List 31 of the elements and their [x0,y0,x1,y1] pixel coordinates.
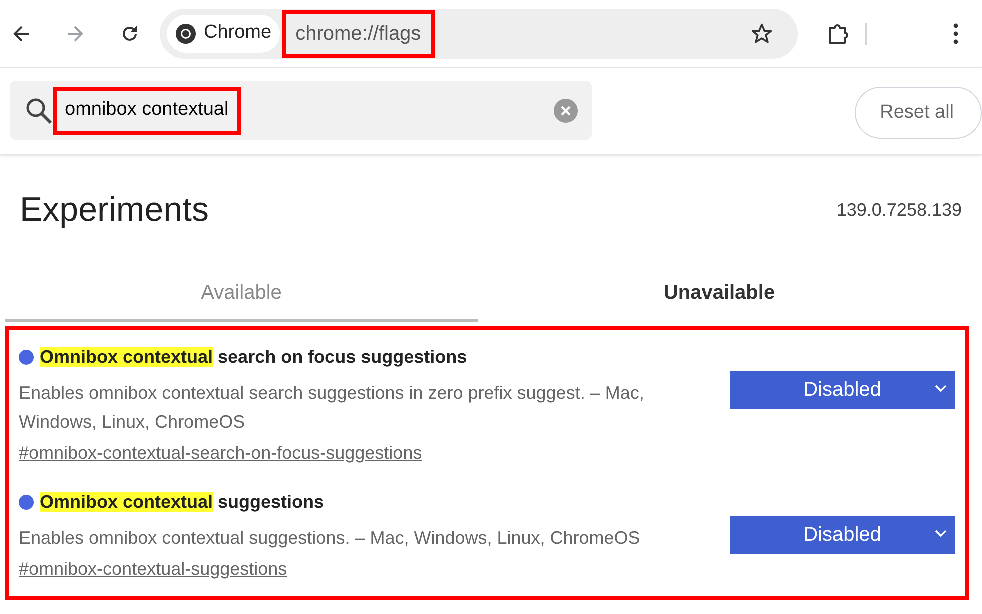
status-dot-icon [19,350,34,365]
state-dropdown[interactable]: Disabled [730,371,955,409]
chevron-down-icon [935,530,947,538]
tab[interactable]: Available [5,266,478,322]
site-chip[interactable]: Chrome [167,14,280,52]
back-icon[interactable] [12,24,32,44]
reset-all-button[interactable]: Reset all [855,87,982,139]
search-query-text: omnibox contextual [53,86,241,134]
version-text: 139.0.7258.139 [836,199,962,222]
page-title: Experiments [20,190,209,231]
address-text[interactable]: chrome://flags [282,10,436,58]
flag-link[interactable]: #omnibox-contextual-search-on-focus-suggestions [19,440,422,467]
bookmark-star-icon[interactable] [751,22,773,44]
reload-icon[interactable] [120,24,140,44]
status-dot-icon [19,495,34,510]
forward-icon[interactable] [65,24,85,44]
chevron-down-icon [935,385,947,393]
menu-icon[interactable] [953,22,959,44]
state-dropdown[interactable]: Disabled [730,516,955,554]
search-icon [25,96,53,124]
clear-icon[interactable] [554,98,578,122]
address-bar[interactable]: Chrome chrome://flags [160,8,798,58]
extension-puzzle-icon[interactable] [826,22,850,46]
search-field[interactable]: omnibox contextual [10,81,592,140]
flag-description: Enables omnibox contextual search suggestions in zero prefix suggest. – Mac, Windows, Linux, ChromeOS [19,382,646,434]
tab[interactable]: Unavailable [478,266,961,322]
flag-title: Omnibox contextual search on focus suggestions [40,346,468,369]
flag-link[interactable]: #omnibox-contextual-suggestions [19,556,288,583]
flag-description: Enables omnibox contextual suggestions. – Mac, Windows, Linux, ChromeOS [19,527,642,550]
flag-title: Omnibox contextual suggestions [40,491,324,514]
chrome-logo-icon [175,22,197,44]
